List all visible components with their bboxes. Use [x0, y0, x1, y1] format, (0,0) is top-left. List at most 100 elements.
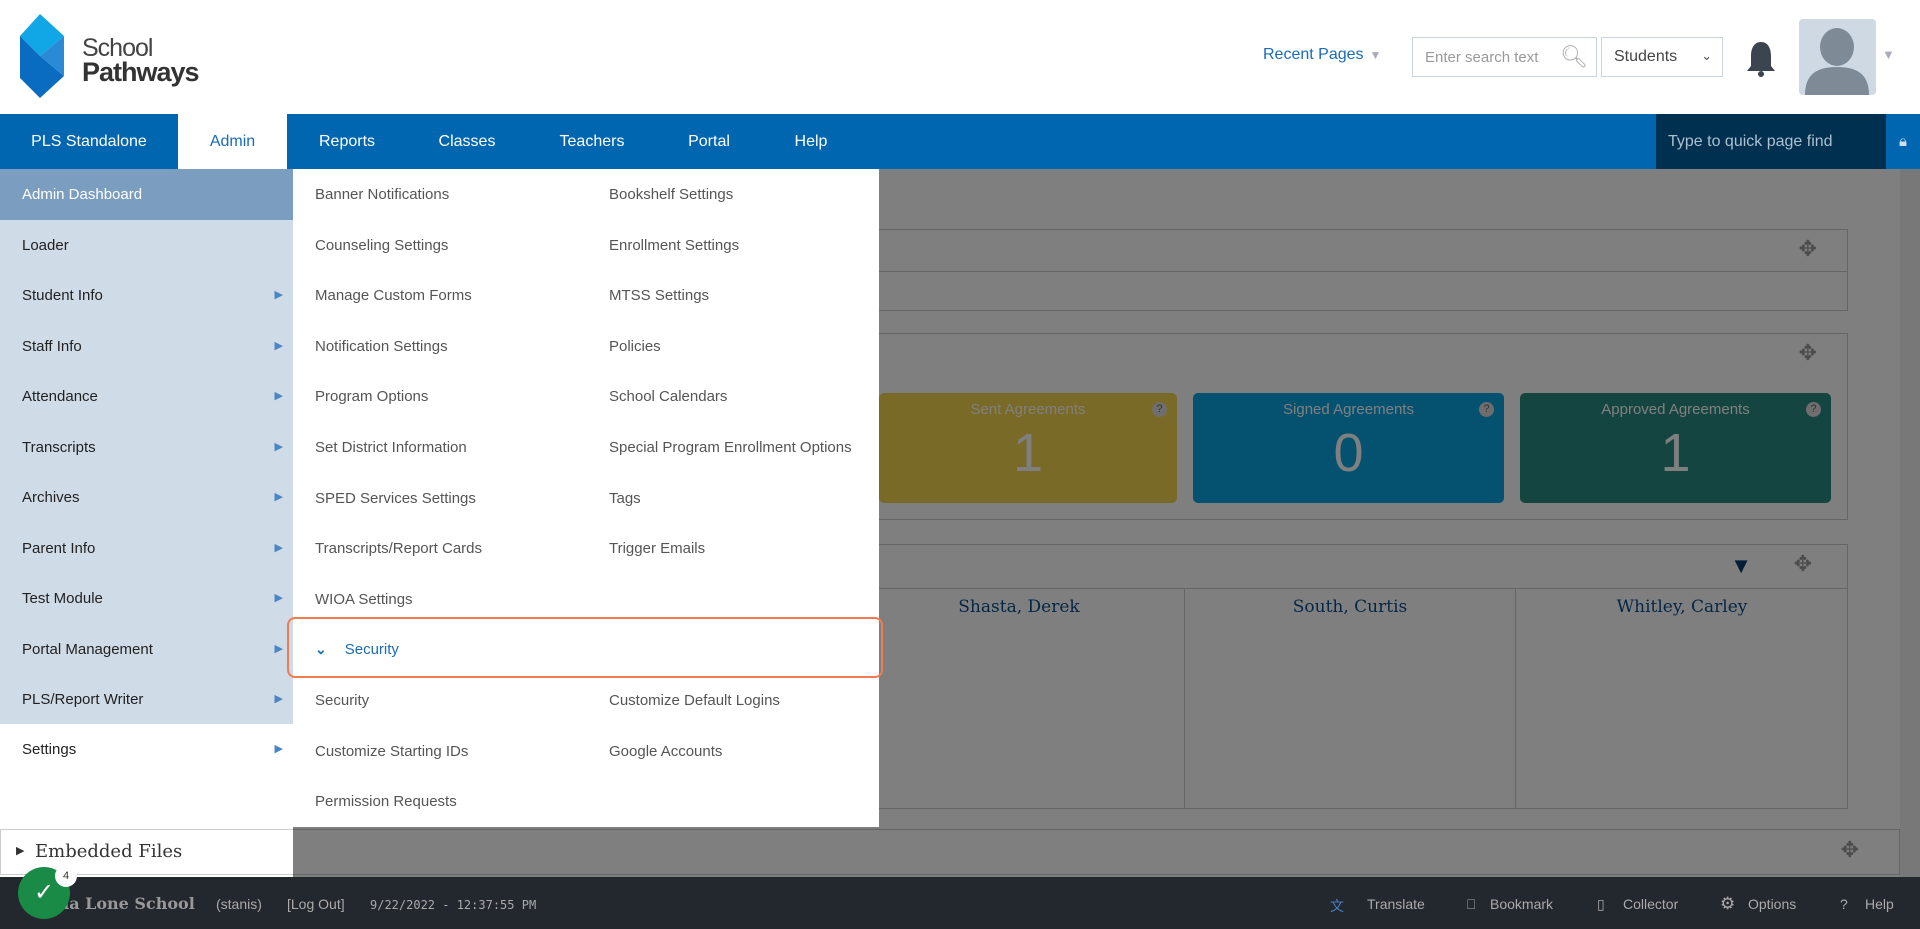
admin-sidebar: Admin Dashboard Loader Student Info ▶ Sta… — [0, 169, 293, 775]
search-scope-value: Students — [1614, 48, 1678, 65]
menu-item-tags[interactable]: Tags — [609, 490, 641, 507]
nav-admin[interactable]: Admin — [178, 114, 287, 169]
menu-item-counseling-settings[interactable]: Counseling Settings — [315, 237, 448, 254]
menu-item-banner-notifications[interactable]: Banner Notifications — [315, 186, 449, 203]
recent-pages-dropdown[interactable]: Recent Pages ▼ — [1263, 46, 1381, 64]
caret-right-icon: ▶ — [274, 340, 283, 352]
menu-item-wioa-settings[interactable]: WIOA Settings — [315, 591, 413, 608]
sidebar-item-label: Settings — [22, 741, 77, 758]
sidebar-item-label: Staff Info — [22, 338, 82, 355]
menu-item-permission-requests[interactable]: Permission Requests — [315, 793, 457, 810]
chevron-down-icon: ⌄ — [1701, 48, 1712, 63]
menu-item-set-district-information[interactable]: Set District Information — [315, 439, 467, 456]
sidebar-item-label: Admin Dashboard — [22, 186, 143, 203]
nav-pls-standalone[interactable]: PLS Standalone — [0, 114, 178, 169]
nav-help[interactable]: Help — [776, 114, 846, 169]
sidebar-item-admin-dashboard[interactable]: Admin Dashboard — [0, 169, 293, 220]
main-nav: PLS Standalone Admin Reports Classes Tea… — [0, 114, 1920, 169]
menu-item-google-accounts[interactable]: Google Accounts — [609, 743, 722, 760]
menu-item-policies[interactable]: Policies — [609, 338, 661, 355]
header: School Pathways Recent Pages ▼ Enter sear… — [0, 0, 1920, 114]
recent-pages-label: Recent Pages — [1263, 46, 1364, 63]
menu-item-school-calendars[interactable]: School Calendars — [609, 388, 727, 405]
translate-button[interactable]: Translate — [1367, 896, 1425, 912]
menu-item-security[interactable]: Security — [315, 692, 369, 709]
menu-item-sped-services-settings[interactable]: SPED Services Settings — [315, 490, 476, 507]
logo-text-pathways: Pathways — [82, 57, 200, 87]
sidebar-item-label: Student Info — [22, 287, 103, 304]
menu-item-special-program-enrollment-options[interactable]: Special Program Enrollment Options — [609, 439, 852, 456]
menu-item-enrollment-settings[interactable]: Enrollment Settings — [609, 237, 739, 254]
help-button[interactable]: Help — [1865, 896, 1894, 912]
quick-page-find-input[interactable]: Type to quick page find — [1656, 114, 1886, 169]
security-section-label: Security — [344, 641, 399, 658]
caret-right-icon: ▶ — [16, 844, 25, 857]
checkmark-icon: ✓ — [33, 879, 55, 906]
caret-right-icon: ▶ — [274, 693, 283, 705]
help-icon: ? — [1840, 896, 1848, 912]
sidebar-item-label: Transcripts — [22, 439, 96, 456]
menu-item-notification-settings[interactable]: Notification Settings — [315, 338, 448, 355]
notification-bell-icon[interactable] — [1744, 40, 1778, 78]
caret-right-icon: ▶ — [274, 643, 283, 655]
sidebar-item-loader[interactable]: Loader — [0, 220, 293, 271]
caret-right-icon: ▶ — [274, 441, 283, 453]
sidebar-item-attendance[interactable]: Attendance ▶ — [0, 371, 293, 422]
nav-classes[interactable]: Classes — [422, 114, 512, 169]
nav-portal[interactable]: Portal — [669, 114, 749, 169]
nav-teachers[interactable]: Teachers — [547, 114, 637, 169]
sidebar-item-archives[interactable]: Archives ▶ — [0, 472, 293, 523]
logo-icon — [20, 14, 64, 98]
menu-item-program-options[interactable]: Program Options — [315, 388, 428, 405]
sidebar-item-label: PLS/Report Writer — [22, 691, 144, 708]
school-name: da Lone School — [58, 894, 195, 913]
bookmark-button[interactable]: Bookmark — [1490, 896, 1553, 912]
sidebar-item-student-info[interactable]: Student Info ▶ — [0, 270, 293, 321]
search-placeholder: Enter search text — [1425, 49, 1539, 66]
sidebar-item-label: Portal Management — [22, 641, 153, 658]
notification-count-badge: 4 — [55, 865, 77, 887]
chevron-down-icon: ⌄ — [315, 641, 327, 657]
nav-reports[interactable]: Reports — [302, 114, 392, 169]
menu-item-transcripts-report-cards[interactable]: Transcripts/Report Cards — [315, 540, 482, 557]
sidebar-item-label: Archives — [22, 489, 80, 506]
search-scope-select[interactable]: Students ⌄ — [1601, 37, 1723, 77]
search-icon[interactable]: 🔍︎ — [1560, 44, 1588, 70]
sidebar-item-parent-info[interactable]: Parent Info ▶ — [0, 523, 293, 574]
options-button[interactable]: Options — [1748, 896, 1796, 912]
sidebar-item-label: Attendance — [22, 388, 98, 405]
menu-item-mtss-settings[interactable]: MTSS Settings — [609, 287, 709, 304]
sidebar-item-portal-management[interactable]: Portal Management ▶ — [0, 624, 293, 675]
bookmark-icon: ⎕ — [1467, 896, 1476, 912]
caret-right-icon: ▶ — [274, 390, 283, 402]
sidebar-item-label: Parent Info — [22, 540, 96, 557]
sidebar-item-pls-report-writer[interactable]: PLS/Report Writer ▶ — [0, 674, 293, 725]
sidebar-item-test-module[interactable]: Test Module ▶ — [0, 573, 293, 624]
gear-icon: ⚙ — [1720, 894, 1736, 913]
caret-right-icon: ▶ — [274, 289, 283, 301]
footer-bar: da Lone School (stanis) [Log Out] 9/22/2… — [0, 877, 1920, 929]
user-menu-caret-icon[interactable]: ▼ — [1882, 47, 1895, 62]
sidebar-item-label: Test Module — [22, 590, 103, 607]
menu-item-trigger-emails[interactable]: Trigger Emails — [609, 540, 705, 557]
collector-button[interactable]: Collector — [1623, 896, 1678, 912]
avatar[interactable] — [1799, 19, 1876, 95]
collector-icon: ▯ — [1597, 896, 1605, 912]
sidebar-item-label: Loader — [22, 237, 69, 254]
sidebar-item-staff-info[interactable]: Staff Info ▶ — [0, 321, 293, 372]
caret-right-icon: ▶ — [274, 743, 283, 755]
datetime: 9/22/2022 - 12:37:55 PM — [370, 898, 537, 912]
lock-icon[interactable]: 🔒︎ — [1886, 114, 1920, 169]
menu-item-customize-default-logins[interactable]: Customize Default Logins — [609, 692, 780, 709]
menu-item-customize-starting-ids[interactable]: Customize Starting IDs — [315, 743, 468, 760]
menu-item-manage-custom-forms[interactable]: Manage Custom Forms — [315, 287, 472, 304]
logout-link[interactable]: [Log Out] — [287, 896, 345, 912]
translate-icon: 文 — [1330, 898, 1344, 914]
sidebar-item-settings[interactable]: Settings ▶ — [0, 724, 293, 775]
school-pathways-logo[interactable]: School Pathways — [20, 14, 210, 100]
security-section-header[interactable]: ⌄ Security — [315, 641, 399, 658]
search-input[interactable]: Enter search text 🔍︎ — [1412, 37, 1597, 77]
sidebar-item-transcripts[interactable]: Transcripts ▶ — [0, 422, 293, 473]
caret-right-icon: ▶ — [274, 542, 283, 554]
menu-item-bookshelf-settings[interactable]: Bookshelf Settings — [609, 186, 733, 203]
